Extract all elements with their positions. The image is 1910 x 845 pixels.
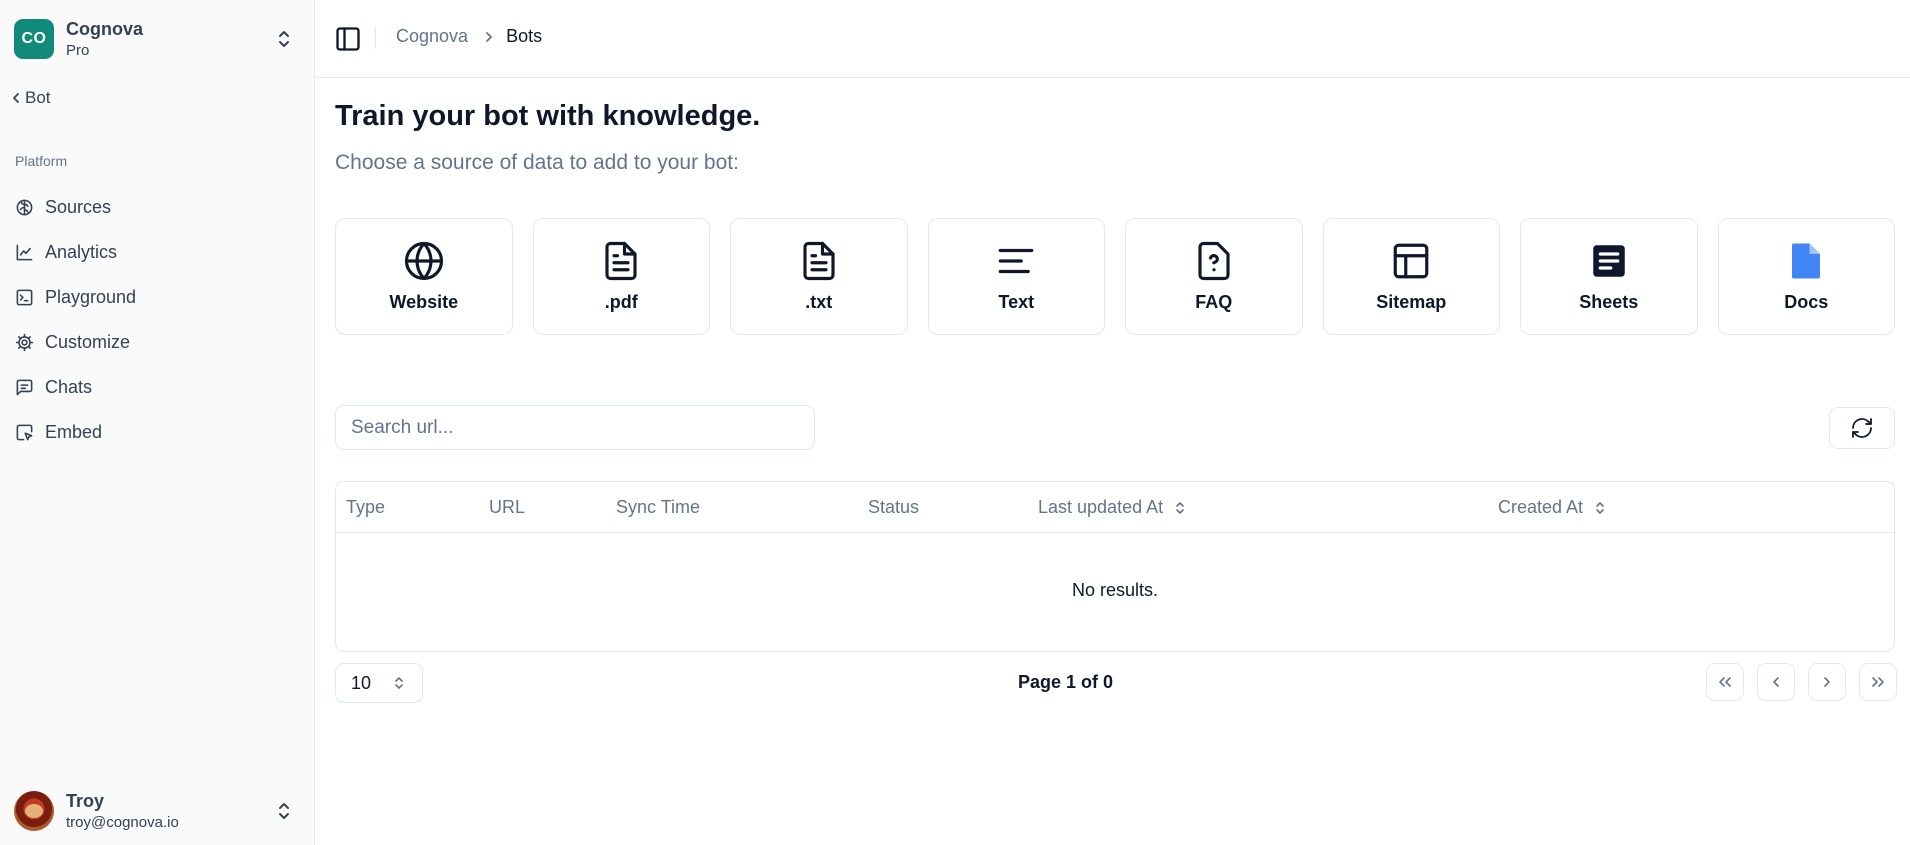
page-size-select[interactable]: 10 (335, 663, 423, 703)
mouse-pointer-click-icon (16, 424, 33, 441)
back-to-bot-link[interactable]: Bot (10, 88, 51, 108)
sidebar-item-label: Embed (45, 422, 103, 442)
chevron-right-icon (484, 30, 494, 44)
sheets-icon (1593, 245, 1625, 277)
source-label: Text (998, 292, 1035, 312)
page-subtitle: Choose a source of data to add to your b… (335, 151, 739, 174)
divider (375, 27, 376, 49)
first-page-button[interactable] (1706, 663, 1744, 701)
sidebar-item-label: Playground (45, 287, 137, 307)
source-docs-button[interactable]: Docs (1717, 218, 1895, 335)
page-title: Train your bot with knowledge. (335, 100, 761, 132)
sidebar-item-label: Sources (45, 197, 112, 217)
sidebar-item-label: Analytics (45, 242, 118, 262)
sidebar-item-label: Chats (45, 377, 93, 397)
source-label: .pdf (604, 292, 638, 312)
source-label: Sheets (1579, 292, 1639, 312)
sidebar-item-analytics[interactable]: Analytics (0, 230, 315, 275)
empty-state: No results. (1071, 580, 1159, 600)
last-page-button[interactable] (1859, 663, 1897, 701)
layout-icon (1393, 243, 1429, 279)
next-page-button[interactable] (1808, 663, 1846, 701)
align-left-icon (998, 248, 1034, 274)
chevrons-up-down-icon (279, 31, 289, 47)
source-label: Website (389, 292, 459, 312)
chevrons-right-icon (1872, 677, 1884, 687)
chevron-left-icon (13, 93, 19, 103)
sidebar: CO Cognova Pro Bot Platform Sources Anal… (0, 0, 315, 845)
terminal-icon (16, 289, 33, 306)
sidebar-item-label: Customize (45, 332, 131, 352)
chevron-right-icon (1824, 677, 1830, 687)
source-label: Sitemap (1376, 292, 1447, 312)
org-switcher[interactable]: CO Cognova Pro (14, 17, 302, 61)
top-bar: Cognova Bots (315, 0, 1910, 78)
sidebar-item-playground[interactable]: Playground (0, 275, 315, 320)
cog-icon (15, 333, 34, 352)
file-text-icon (605, 241, 637, 281)
sources-table: Type URL Sync Time Status Last updated A… (335, 481, 1895, 652)
previous-page-button[interactable] (1757, 663, 1795, 701)
globe-icon (404, 241, 443, 281)
sidebar-item-customize[interactable]: Customize (0, 320, 315, 365)
user-menu[interactable]: Troy troy@cognova.io (14, 790, 302, 832)
sidebar-toggle-icon[interactable] (334, 25, 362, 53)
sort-icon (1596, 501, 1604, 514)
brain-icon (16, 199, 33, 216)
chevrons-left-icon (1719, 677, 1731, 687)
breadcrumb: Cognova Bots (396, 26, 542, 47)
back-link-label: Bot (25, 88, 51, 107)
column-header-last-updated[interactable]: Last updated At (1038, 497, 1185, 518)
sidebar-item-sources[interactable]: Sources (0, 185, 315, 230)
source-website-button[interactable]: Website (335, 218, 513, 335)
source-sitemap-button[interactable]: Sitemap (1322, 218, 1500, 335)
breadcrumb-root-link[interactable]: Cognova (396, 26, 468, 47)
page-size-value: 10 (351, 672, 372, 693)
message-square-icon (16, 379, 33, 396)
chevrons-up-down-icon (395, 677, 403, 689)
breadcrumb-current: Bots (506, 26, 543, 46)
chevrons-up-down-icon (279, 803, 289, 819)
org-plan: Pro (66, 42, 90, 59)
column-header-type: Type (346, 497, 386, 517)
org-name: Cognova (66, 19, 144, 39)
source-text-button[interactable]: Text (927, 218, 1105, 335)
source-sheets-button[interactable]: Sheets (1520, 218, 1698, 335)
pagination-controls (1706, 663, 1897, 701)
refresh-icon (1852, 418, 1872, 438)
file-text-icon (803, 241, 835, 281)
user-name: Troy (66, 791, 105, 811)
source-pdf-button[interactable]: .pdf (532, 218, 710, 335)
source-faq-button[interactable]: FAQ (1125, 218, 1303, 335)
page-info: Page 1 of 0 (1018, 672, 1114, 692)
sidebar-item-embed[interactable]: Embed (0, 410, 315, 455)
sidebar-section-label: Platform (15, 153, 68, 169)
column-header-status: Status (868, 497, 920, 517)
refresh-button[interactable] (1829, 407, 1895, 449)
sidebar-nav: Sources Analytics Playground Customize C… (0, 185, 315, 455)
search-url-input[interactable] (335, 405, 815, 450)
avatar (14, 791, 54, 831)
sidebar-item-chats[interactable]: Chats (0, 365, 315, 410)
column-header-url: URL (489, 497, 526, 517)
source-label: Docs (1784, 292, 1829, 312)
docs-icon (1792, 243, 1821, 279)
table-header: Type URL Sync Time Status Last updated A… (336, 482, 1894, 533)
column-header-sync-time: Sync Time (616, 497, 701, 517)
user-email: troy@cognova.io (66, 814, 179, 831)
column-header-created-at[interactable]: Created At (1498, 497, 1605, 518)
org-logo: CO (14, 19, 54, 59)
source-txt-button[interactable]: .txt (730, 218, 908, 335)
chart-line-icon (16, 244, 33, 261)
source-label: .txt (805, 292, 833, 312)
chevron-left-icon (1773, 677, 1779, 687)
sort-icon (1176, 501, 1184, 514)
source-label: FAQ (1195, 292, 1233, 312)
source-options: Website .pdf .txt Text FAQ Sitemap Sheet… (335, 218, 1895, 335)
file-question-icon (1198, 241, 1230, 281)
